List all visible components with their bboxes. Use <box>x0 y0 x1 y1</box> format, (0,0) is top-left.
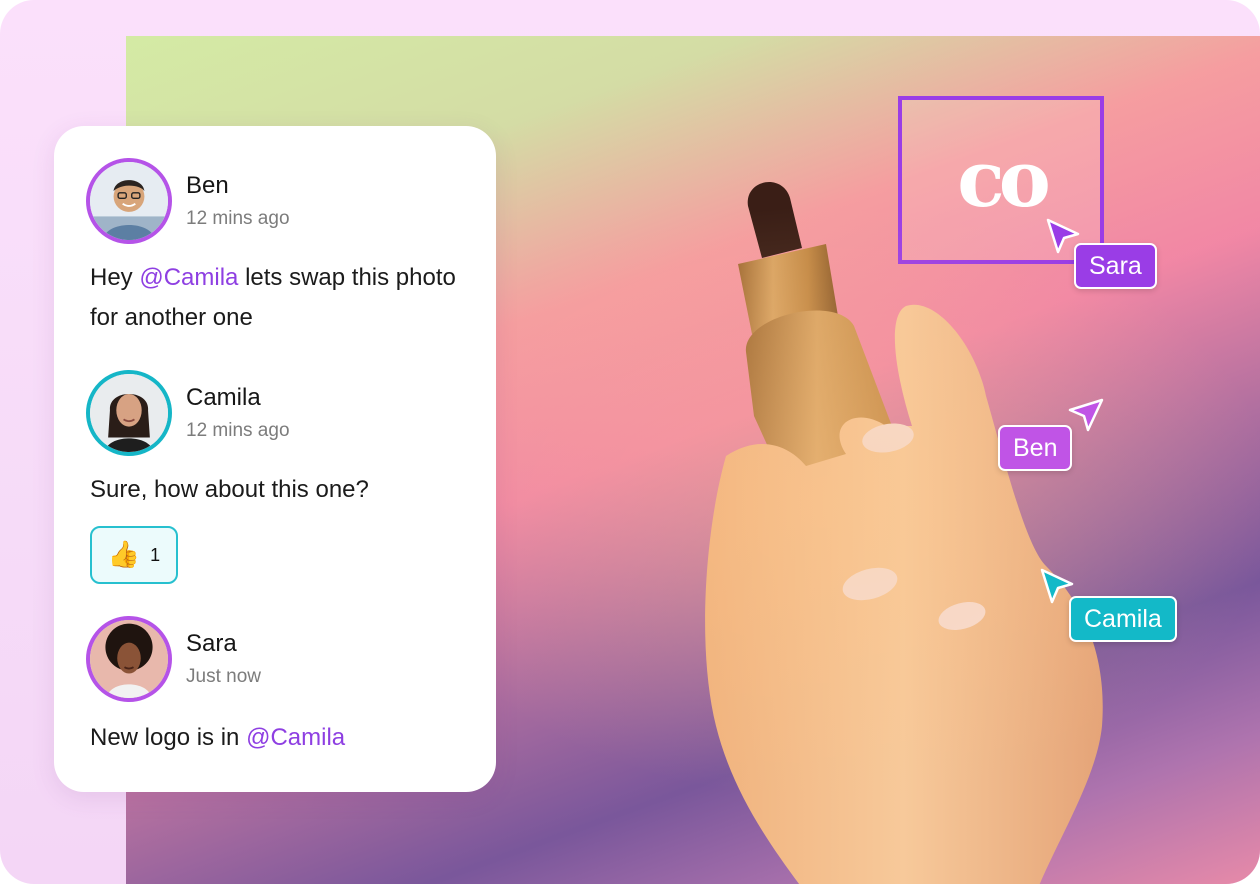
hand-holding-bottle-image <box>705 182 1103 884</box>
comment-text-part: Hey <box>90 264 140 291</box>
sara-cursor-tag: Sara <box>1074 243 1157 289</box>
thumbs-up-icon: 👍 <box>107 540 141 570</box>
ben-cursor-tag: Ben <box>998 425 1073 471</box>
comment-time: 12 mins ago <box>186 208 290 229</box>
comment-author: Sara <box>186 630 237 657</box>
collaboration-frame: co Sara Ben Camila Ben 12 mins ago Hey @… <box>0 0 1260 884</box>
reaction-count: 1 <box>150 544 161 565</box>
mention-link[interactable]: @Camila <box>139 264 238 291</box>
avatar-ben <box>86 158 172 244</box>
comment-sara: Sara Just now New logo is in @Camila <box>86 616 476 756</box>
comments-panel: Ben 12 mins ago Hey @Camila lets swap th… <box>54 126 496 792</box>
thumbs-up-reaction[interactable]: 👍 1 <box>90 526 178 584</box>
camila-cursor-tag: Camila <box>1069 596 1177 642</box>
comment-text: Hey @Camila lets swap this photo for ano… <box>90 258 470 338</box>
ben-cursor-icon <box>1068 398 1104 432</box>
comment-text: Sure, how about this one? <box>90 476 369 503</box>
comment-camila: Camila 12 mins ago Sure, how about this … <box>86 370 476 510</box>
avatar-sara <box>86 616 172 702</box>
avatar-camila <box>86 370 172 456</box>
comment-time: 12 mins ago <box>186 420 290 441</box>
mention-link[interactable]: @Camila <box>246 724 345 751</box>
logo-text: co <box>957 134 1050 225</box>
comment-author: Ben <box>186 172 229 199</box>
comment-ben: Ben 12 mins ago Hey @Camila lets swap th… <box>86 158 476 338</box>
comment-text: New logo is in @Camila <box>90 718 470 758</box>
comment-author: Camila <box>186 384 261 411</box>
comment-text-part: New logo is in <box>90 724 247 751</box>
comment-time: Just now <box>186 666 261 687</box>
